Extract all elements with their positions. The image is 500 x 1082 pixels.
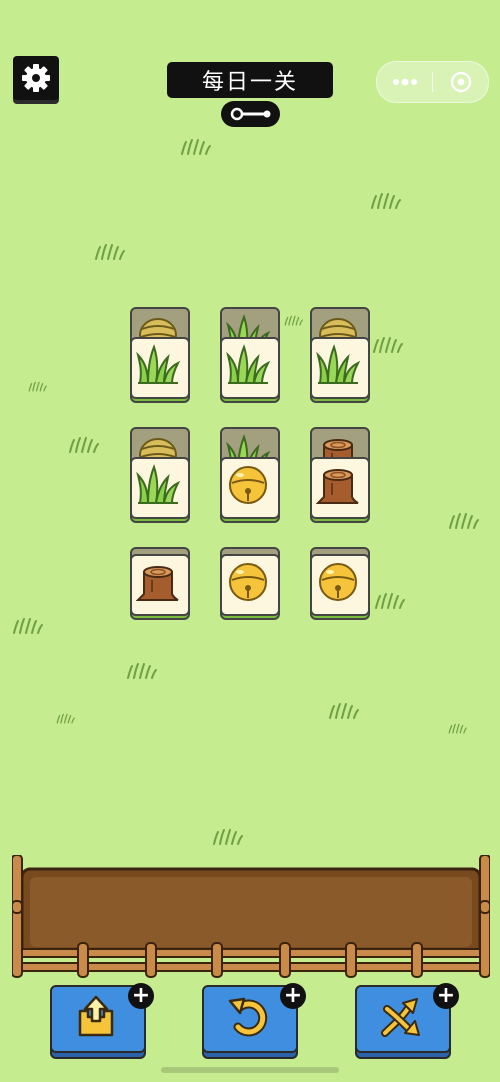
- tile-grass[interactable]: [130, 457, 190, 523]
- shuffle-icon: [381, 998, 420, 1037]
- grass-icon: [136, 463, 180, 507]
- grass-tuft-decoration: [180, 136, 216, 156]
- grass-tuft-decoration: [372, 334, 408, 354]
- grass-tuft-decoration: [56, 708, 78, 728]
- add-undo-badge[interactable]: +: [280, 983, 306, 1009]
- grass-tuft-decoration: [370, 190, 406, 210]
- slot-tray: [12, 855, 490, 978]
- grass-tuft-decoration: [448, 718, 470, 738]
- move-out-button[interactable]: +: [50, 983, 154, 1061]
- shuffle-button[interactable]: +: [355, 983, 459, 1061]
- more-button[interactable]: [377, 62, 432, 102]
- settings-button[interactable]: [13, 56, 59, 100]
- grass-tuft-decoration: [126, 660, 162, 680]
- key-badge: [221, 101, 280, 127]
- tile-grass[interactable]: [130, 337, 190, 403]
- stump-icon: [136, 560, 180, 604]
- tile-stump[interactable]: [130, 554, 190, 620]
- tile-grass[interactable]: [220, 337, 280, 403]
- tile-stump[interactable]: [310, 457, 370, 523]
- grass-tuft-decoration: [212, 826, 248, 846]
- grass-tuft-decoration: [328, 700, 364, 720]
- tile-bell[interactable]: [310, 554, 370, 620]
- move-out-icon: [78, 995, 114, 1037]
- grass-tuft-decoration: [94, 241, 130, 261]
- key-icon: [230, 107, 270, 121]
- miniprogram-capsule: [376, 61, 489, 103]
- bell-icon: [316, 560, 360, 604]
- tile-bell[interactable]: [220, 457, 280, 523]
- grass-tuft-decoration: [28, 376, 50, 396]
- grass-icon: [136, 343, 180, 387]
- grass-tuft-decoration: [284, 310, 306, 330]
- close-button[interactable]: [433, 62, 488, 102]
- home-indicator: [161, 1067, 339, 1073]
- grass-tuft-decoration: [12, 615, 48, 635]
- grass-icon: [316, 343, 360, 387]
- stump-icon: [316, 463, 360, 507]
- undo-button[interactable]: +: [202, 983, 306, 1061]
- grass-icon: [226, 343, 270, 387]
- tile-bell[interactable]: [220, 554, 280, 620]
- add-shuffle-badge[interactable]: +: [433, 983, 459, 1009]
- tile-grass[interactable]: [310, 337, 370, 403]
- gear-icon: [22, 64, 50, 92]
- grass-tuft-decoration: [68, 434, 104, 454]
- bell-icon: [226, 463, 270, 507]
- target-close-icon: [450, 71, 471, 93]
- bell-icon: [226, 560, 270, 604]
- level-title: 每日一关: [167, 62, 333, 98]
- grass-tuft-decoration: [374, 590, 410, 610]
- more-dots-icon: [392, 78, 417, 86]
- undo-icon: [228, 997, 268, 1037]
- add-move-out-badge[interactable]: +: [128, 983, 154, 1009]
- grass-tuft-decoration: [448, 510, 484, 530]
